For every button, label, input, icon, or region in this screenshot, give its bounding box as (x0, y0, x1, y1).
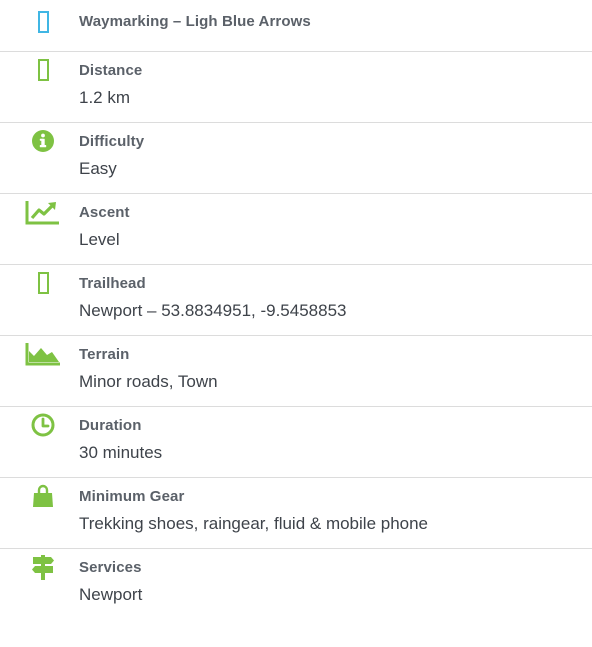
clock-icon (24, 412, 62, 438)
info-row-difficulty: Difficulty Easy (0, 123, 592, 194)
info-row-ascent: Ascent Level (0, 194, 592, 265)
info-title: Waymarking – Ligh Blue Arrows (79, 13, 311, 30)
info-title: Terrain (79, 346, 130, 363)
distance-icon (24, 57, 62, 83)
info-row-trailhead: Trailhead Newport – 53.8834951, -9.54588… (0, 265, 592, 336)
info-title: Ascent (79, 204, 130, 221)
waymarking-icon (24, 9, 62, 35)
info-title: Services (79, 559, 142, 576)
info-value: 1.2 km (79, 88, 131, 107)
info-row-minimum-gear: Minimum Gear Trekking shoes, raingear, f… (0, 478, 592, 549)
info-value: Level (79, 230, 120, 249)
info-row-duration: Duration 30 minutes (0, 407, 592, 478)
info-row-distance: Distance 1.2 km (0, 52, 592, 123)
trailhead-icon (24, 270, 62, 296)
signpost-icon (24, 554, 62, 580)
info-icon (24, 128, 62, 154)
info-value: Newport – 53.8834951, -9.5458853 (79, 301, 347, 320)
ascent-chart-icon (24, 199, 62, 225)
info-title: Minimum Gear (79, 488, 185, 505)
info-row-terrain: Terrain Minor roads, Town (0, 336, 592, 407)
info-title: Duration (79, 417, 142, 434)
info-value: 30 minutes (79, 443, 163, 462)
info-title: Trailhead (79, 275, 146, 292)
info-value: Trekking shoes, raingear, fluid & mobile… (79, 514, 429, 533)
info-value: Newport (79, 585, 143, 604)
info-row-services: Services Newport (0, 549, 592, 620)
shopping-bag-icon (24, 483, 62, 509)
info-title: Distance (79, 62, 143, 79)
terrain-mountain-icon (24, 341, 62, 367)
trail-info-list: Waymarking – Ligh Blue Arrows Distance 1… (0, 0, 592, 620)
info-value: Minor roads, Town (79, 372, 218, 391)
info-value: Easy (79, 159, 117, 178)
info-row-waymarking: Waymarking – Ligh Blue Arrows (0, 0, 592, 52)
info-title: Difficulty (79, 133, 145, 150)
